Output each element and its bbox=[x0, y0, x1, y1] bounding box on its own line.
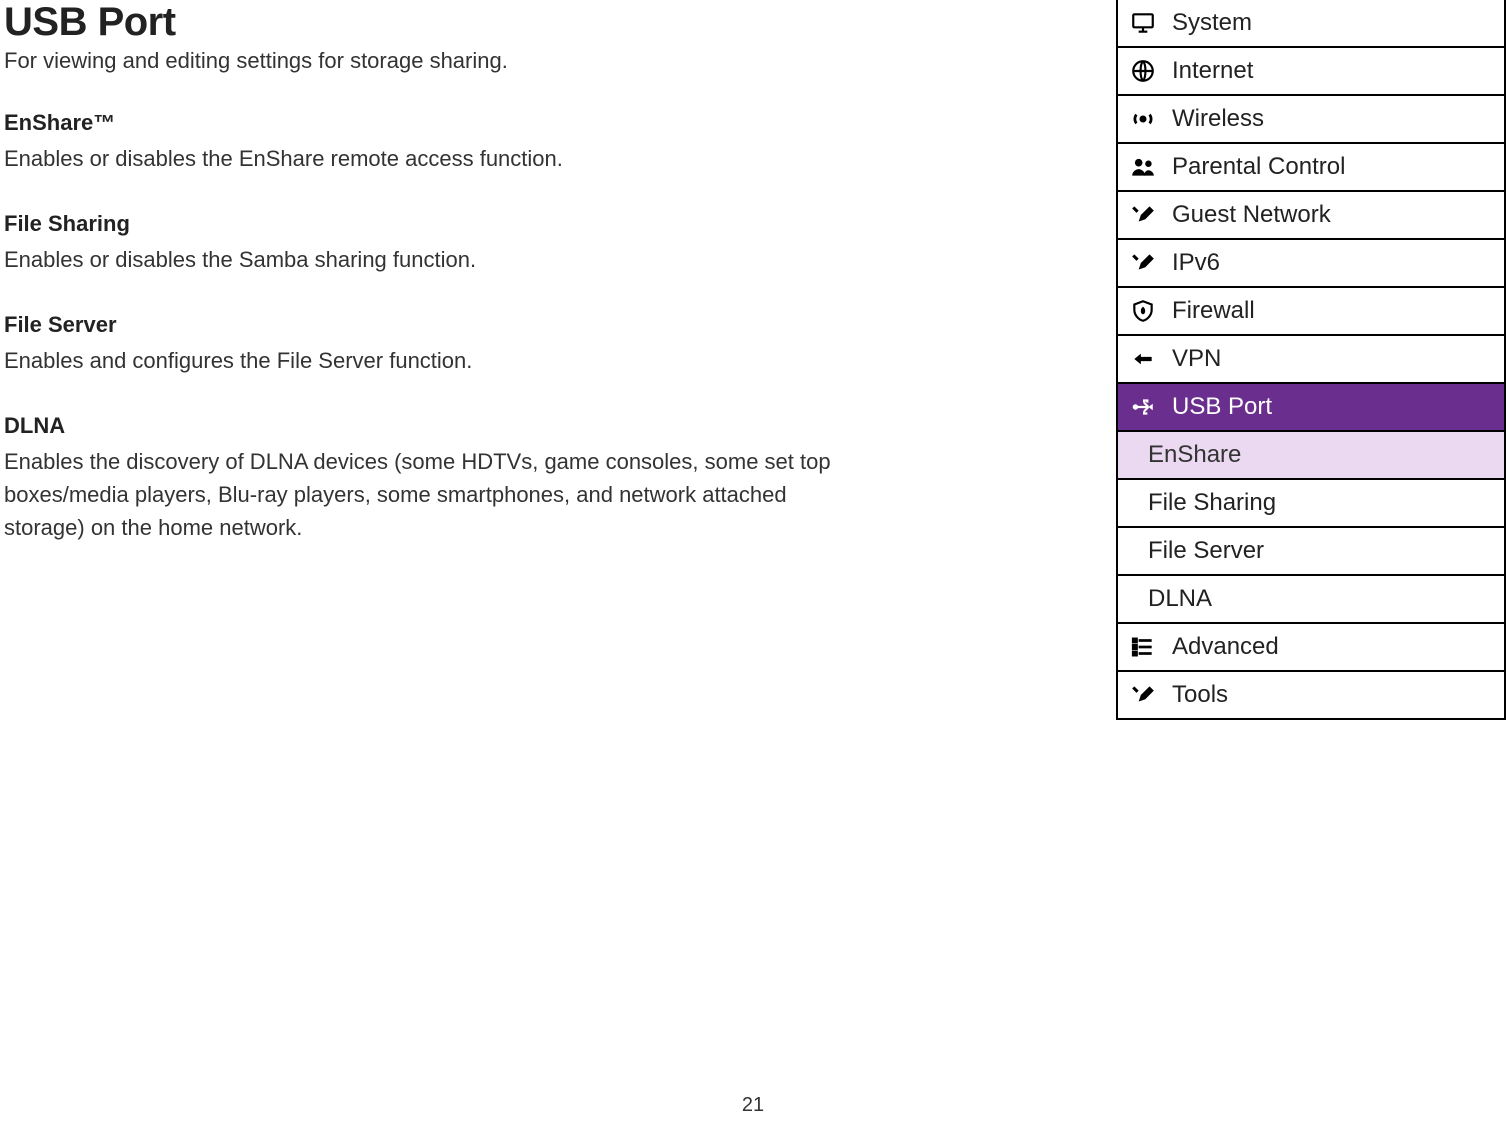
section-file-sharing: File Sharing Enables or disables the Sam… bbox=[4, 211, 870, 276]
section-title: EnShare™ bbox=[4, 110, 870, 136]
nav-label: Advanced bbox=[1172, 633, 1279, 661]
section-enshare: EnShare™ Enables or disables the EnShare… bbox=[4, 110, 870, 175]
nav-label: Firewall bbox=[1172, 297, 1255, 325]
users-icon bbox=[1128, 152, 1158, 182]
nav-item-wireless[interactable]: Wireless bbox=[1118, 96, 1506, 144]
nav-label: Tools bbox=[1172, 681, 1228, 709]
section-title: File Sharing bbox=[4, 211, 870, 237]
firewall-icon bbox=[1128, 296, 1158, 326]
section-title: File Server bbox=[4, 312, 870, 338]
nav-label: VPN bbox=[1172, 345, 1221, 373]
section-body: Enables and configures the File Server f… bbox=[4, 344, 870, 377]
nav-sub-file-server[interactable]: File Server bbox=[1118, 528, 1506, 576]
nav-sub-label: File Sharing bbox=[1148, 489, 1276, 517]
nav-label: USB Port bbox=[1172, 393, 1272, 421]
nav-item-internet[interactable]: Internet bbox=[1118, 48, 1506, 96]
nav-sub-label: EnShare bbox=[1148, 441, 1241, 469]
nav-item-parental-control[interactable]: Parental Control bbox=[1118, 144, 1506, 192]
nav-label: System bbox=[1172, 9, 1252, 37]
nav-label: Wireless bbox=[1172, 105, 1264, 133]
nav-item-guest-network[interactable]: Guest Network bbox=[1118, 192, 1506, 240]
monitor-icon bbox=[1128, 8, 1158, 38]
nav-label: Parental Control bbox=[1172, 153, 1345, 181]
nav-label: Internet bbox=[1172, 57, 1253, 85]
globe-icon bbox=[1128, 56, 1158, 86]
vpn-icon bbox=[1128, 344, 1158, 374]
section-body: Enables or disables the Samba sharing fu… bbox=[4, 243, 870, 276]
section-dlna: DLNA Enables the discovery of DLNA devic… bbox=[4, 413, 870, 544]
tools-icon bbox=[1128, 200, 1158, 230]
section-file-server: File Server Enables and configures the F… bbox=[4, 312, 870, 377]
page-title: USB Port bbox=[4, 0, 870, 44]
page-number: 21 bbox=[742, 1094, 764, 1117]
nav-label: IPv6 bbox=[1172, 249, 1220, 277]
usb-icon bbox=[1128, 392, 1158, 422]
nav-sub-file-sharing[interactable]: File Sharing bbox=[1118, 480, 1506, 528]
section-body: Enables or disables the EnShare remote a… bbox=[4, 142, 870, 175]
nav-label: Guest Network bbox=[1172, 201, 1331, 229]
nav-item-vpn[interactable]: VPN bbox=[1118, 336, 1506, 384]
tools-icon bbox=[1128, 248, 1158, 278]
tools-icon bbox=[1128, 680, 1158, 710]
nav-item-advanced[interactable]: Advanced bbox=[1118, 624, 1506, 672]
nav-item-tools[interactable]: Tools bbox=[1118, 672, 1506, 720]
page-subtitle: For viewing and editing settings for sto… bbox=[4, 48, 870, 74]
nav-item-usb-port[interactable]: USB Port bbox=[1118, 384, 1506, 432]
nav-item-firewall[interactable]: Firewall bbox=[1118, 288, 1506, 336]
list-icon bbox=[1128, 632, 1158, 662]
doc-content: USB Port For viewing and editing setting… bbox=[0, 0, 870, 580]
section-title: DLNA bbox=[4, 413, 870, 439]
nav-sub-dlna[interactable]: DLNA bbox=[1118, 576, 1506, 624]
nav-sidebar: System Internet Wireless Parental Contro… bbox=[1116, 0, 1506, 720]
nav-sub-enshare[interactable]: EnShare bbox=[1118, 432, 1506, 480]
nav-sub-label: File Server bbox=[1148, 537, 1264, 565]
wireless-icon bbox=[1128, 104, 1158, 134]
section-body: Enables the discovery of DLNA devices (s… bbox=[4, 445, 870, 544]
nav-sub-label: DLNA bbox=[1148, 585, 1212, 613]
nav-item-system[interactable]: System bbox=[1118, 0, 1506, 48]
nav-item-ipv6[interactable]: IPv6 bbox=[1118, 240, 1506, 288]
